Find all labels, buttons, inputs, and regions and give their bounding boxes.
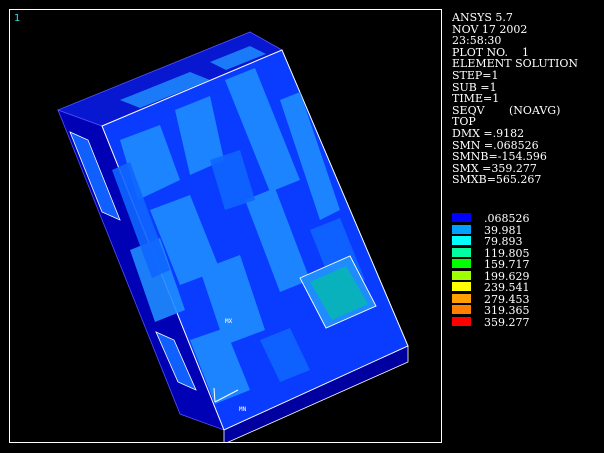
panel-line: SMXB=565.267 xyxy=(452,173,542,187)
legend-swatch xyxy=(452,247,471,257)
legend-swatch xyxy=(452,213,471,222)
panel-line: TIME=1 xyxy=(452,92,500,106)
legend-row: 239.541 xyxy=(452,281,602,294)
graphics-viewport[interactable]: 1 MX MN xyxy=(9,9,442,443)
fea-model-plot xyxy=(56,31,409,442)
legend-swatch xyxy=(452,316,471,326)
panel-line: DMX =.9182 xyxy=(452,126,525,140)
legend-row: 159.717 xyxy=(452,258,602,271)
legend-swatch xyxy=(452,224,471,234)
legend-row: 79.893 xyxy=(452,235,602,248)
legend-row: 279.453 xyxy=(452,293,602,306)
legend-row: .068526 xyxy=(452,212,602,225)
legend-row: 359.277 xyxy=(452,315,602,329)
info-panel: ANSYS 5.7 NOV 17 2002 23:58:30 PLOT NO. 1 EL… xyxy=(452,12,602,186)
legend-swatch xyxy=(452,270,471,280)
legend-swatch xyxy=(452,293,471,303)
panel-line: SMNB=-154.596 xyxy=(452,150,547,164)
legend-swatch xyxy=(452,282,471,291)
legend-row: 39.981 xyxy=(452,224,602,237)
legend-row: 119.805 xyxy=(452,247,602,260)
legend-swatch xyxy=(452,305,471,314)
legend-swatch xyxy=(452,236,471,245)
panel-line: STEP=1 xyxy=(452,68,499,82)
legend-row: 199.629 xyxy=(452,270,602,283)
min-marker: MN xyxy=(239,406,247,413)
legend-row: 319.365 xyxy=(452,304,602,317)
legend-swatch xyxy=(452,259,471,268)
panel-line: ANSYS 5.7 xyxy=(452,11,513,24)
max-marker: MX xyxy=(225,318,233,325)
legend-value: 359.277 xyxy=(484,315,530,329)
